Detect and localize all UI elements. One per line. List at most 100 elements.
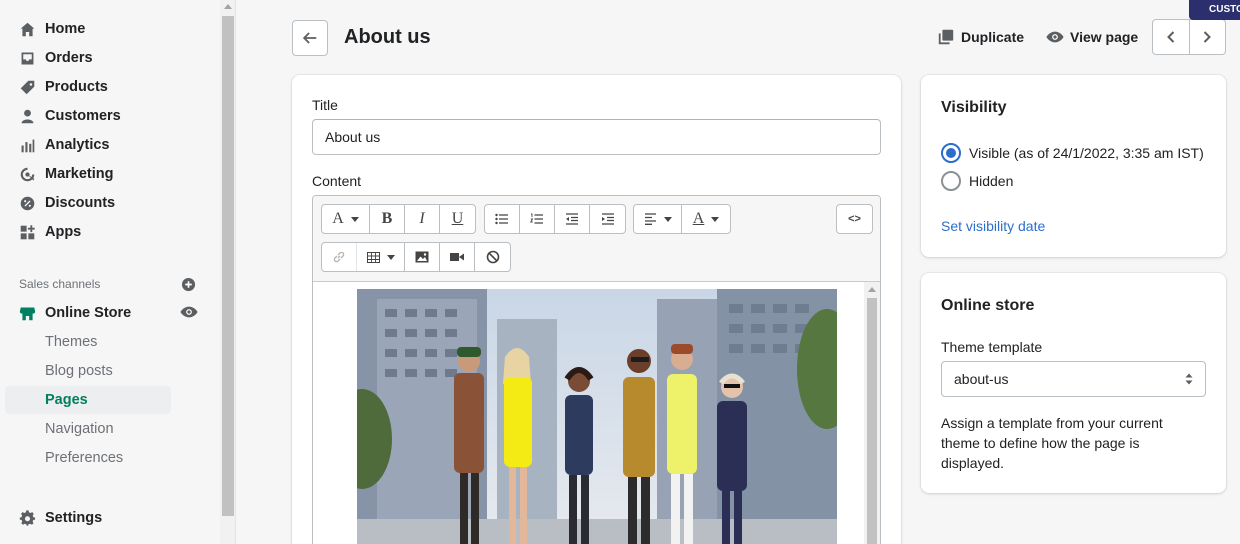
online-store-card: Online store Theme template about-us Ass… (921, 273, 1226, 493)
bullet-list-button[interactable] (485, 205, 520, 233)
insert-image-button[interactable] (405, 243, 440, 271)
theme-template-select[interactable]: about-us (941, 361, 1206, 397)
clear-formatting-button[interactable] (475, 243, 510, 271)
sidebar-sub-themes[interactable]: Themes (45, 331, 97, 353)
font-style-dropdown[interactable]: A (322, 205, 370, 233)
theme-template-value: about-us (954, 371, 1009, 387)
bold-button[interactable]: B (370, 205, 405, 233)
sidebar-item-customers[interactable]: Customers (18, 104, 121, 128)
html-toggle-group: <> (836, 204, 873, 234)
indent-button[interactable] (590, 205, 625, 233)
sidebar-item-settings[interactable]: Settings (18, 506, 102, 530)
sidebar-scroll-thumb[interactable] (222, 16, 234, 516)
title-input[interactable]: About us (312, 119, 881, 155)
home-icon (18, 20, 36, 38)
sidebar-item-label: Orders (45, 50, 93, 66)
hidden-radio-option[interactable]: Hidden (941, 171, 1013, 191)
clear-format-icon (486, 250, 499, 264)
table-icon (366, 251, 380, 263)
add-channel-icon[interactable] (181, 277, 196, 292)
editor-content-area[interactable] (313, 282, 880, 544)
title-label: Title (312, 97, 338, 113)
sidebar-item-marketing[interactable]: Marketing (18, 162, 114, 186)
arrow-left-icon (302, 32, 317, 44)
visible-radio-option[interactable]: Visible (as of 24/1/2022, 3:35 am IST) (941, 143, 1204, 163)
page-content-card: Title About us Content A B I U A <> (292, 75, 901, 544)
sidebar-item-orders[interactable]: Orders (18, 46, 93, 70)
duplicate-label: Duplicate (961, 29, 1025, 45)
editor-scrollbar[interactable] (864, 282, 880, 544)
gear-icon (18, 509, 36, 527)
sidebar-item-apps[interactable]: Apps (18, 220, 81, 244)
orders-icon (18, 49, 36, 67)
insert-link-button[interactable] (322, 243, 357, 271)
underline-button[interactable]: U (440, 205, 475, 233)
online-store-title: Online store (941, 297, 1035, 314)
editor-toolbar: A B I U A <> (313, 196, 880, 282)
scroll-up-arrow-icon[interactable] (224, 4, 232, 9)
sidebar-sub-label: Pages (45, 392, 88, 408)
insert-group (321, 242, 511, 272)
characters-street-illustration (357, 289, 837, 544)
list-group (484, 204, 626, 234)
sidebar-item-analytics[interactable]: Analytics (18, 133, 109, 157)
hidden-radio[interactable] (941, 171, 961, 191)
text-format-group: A B I U (321, 204, 476, 234)
sidebar-item-label: Online Store (45, 305, 132, 321)
sidebar-item-label: Home (45, 21, 86, 37)
sidebar-item-discounts[interactable]: Discounts (18, 191, 115, 215)
content-label: Content (312, 173, 362, 189)
italic-icon: I (419, 210, 425, 227)
sidebar-sub-pages[interactable]: Pages (45, 389, 88, 411)
about-us-image[interactable] (357, 289, 837, 544)
image-icon (415, 251, 429, 263)
sidebar-scrollbar[interactable] (220, 0, 236, 544)
numbered-list-button[interactable] (520, 205, 555, 233)
sidebar-item-home[interactable]: Home (18, 17, 85, 41)
view-store-eye-icon[interactable] (180, 305, 198, 319)
editor-scroll-up-arrow-icon[interactable] (868, 287, 876, 292)
text-color-dropdown[interactable]: A (682, 205, 730, 233)
visibility-card: Visibility Visible (as of 24/1/2022, 3:3… (921, 75, 1226, 257)
sidebar-sub-navigation[interactable]: Navigation (45, 418, 114, 440)
duplicate-icon (938, 29, 954, 45)
sidebar: Home Orders Products Customers Analytics… (0, 0, 222, 544)
previous-page-button[interactable] (1153, 20, 1190, 54)
sidebar-item-online-store[interactable]: Online Store (18, 301, 131, 325)
back-button[interactable] (292, 20, 328, 56)
code-icon: <> (848, 213, 861, 225)
discount-icon (18, 194, 36, 212)
view-page-button[interactable]: View page (1046, 27, 1138, 47)
duplicate-button[interactable]: Duplicate (937, 27, 1024, 47)
editor-scroll-thumb[interactable] (867, 298, 877, 544)
theme-template-help: Assign a template from your current them… (941, 415, 1163, 471)
bar-chart-icon (18, 136, 36, 154)
italic-button[interactable]: I (405, 205, 440, 233)
customize-badge[interactable]: CUSTO (1189, 0, 1240, 20)
sidebar-item-products[interactable]: Products (18, 75, 108, 99)
person-icon (18, 107, 36, 125)
page-pagination (1152, 19, 1226, 55)
outdent-button[interactable] (555, 205, 590, 233)
sidebar-item-label: Customers (45, 108, 121, 124)
insert-table-dropdown[interactable] (357, 243, 405, 271)
apps-icon (18, 223, 36, 241)
insert-video-button[interactable] (440, 243, 475, 271)
video-icon (450, 253, 464, 261)
next-page-button[interactable] (1190, 20, 1226, 54)
sidebar-item-label: Settings (45, 510, 103, 526)
sidebar-sub-label: Blog posts (45, 363, 113, 379)
target-icon (18, 165, 36, 183)
set-visibility-date-link[interactable]: Set visibility date (941, 218, 1045, 234)
sidebar-sub-preferences[interactable]: Preferences (45, 447, 123, 469)
align-dropdown[interactable] (634, 205, 682, 233)
show-html-button[interactable]: <> (837, 205, 872, 233)
outdent-icon (566, 213, 578, 225)
bold-icon: B (381, 210, 393, 227)
store-icon (18, 304, 36, 322)
indent-icon (601, 213, 614, 225)
visible-radio[interactable] (941, 143, 961, 163)
sidebar-sub-label: Themes (45, 334, 98, 350)
sidebar-sub-blog-posts[interactable]: Blog posts (45, 360, 113, 382)
tag-icon (18, 78, 36, 96)
